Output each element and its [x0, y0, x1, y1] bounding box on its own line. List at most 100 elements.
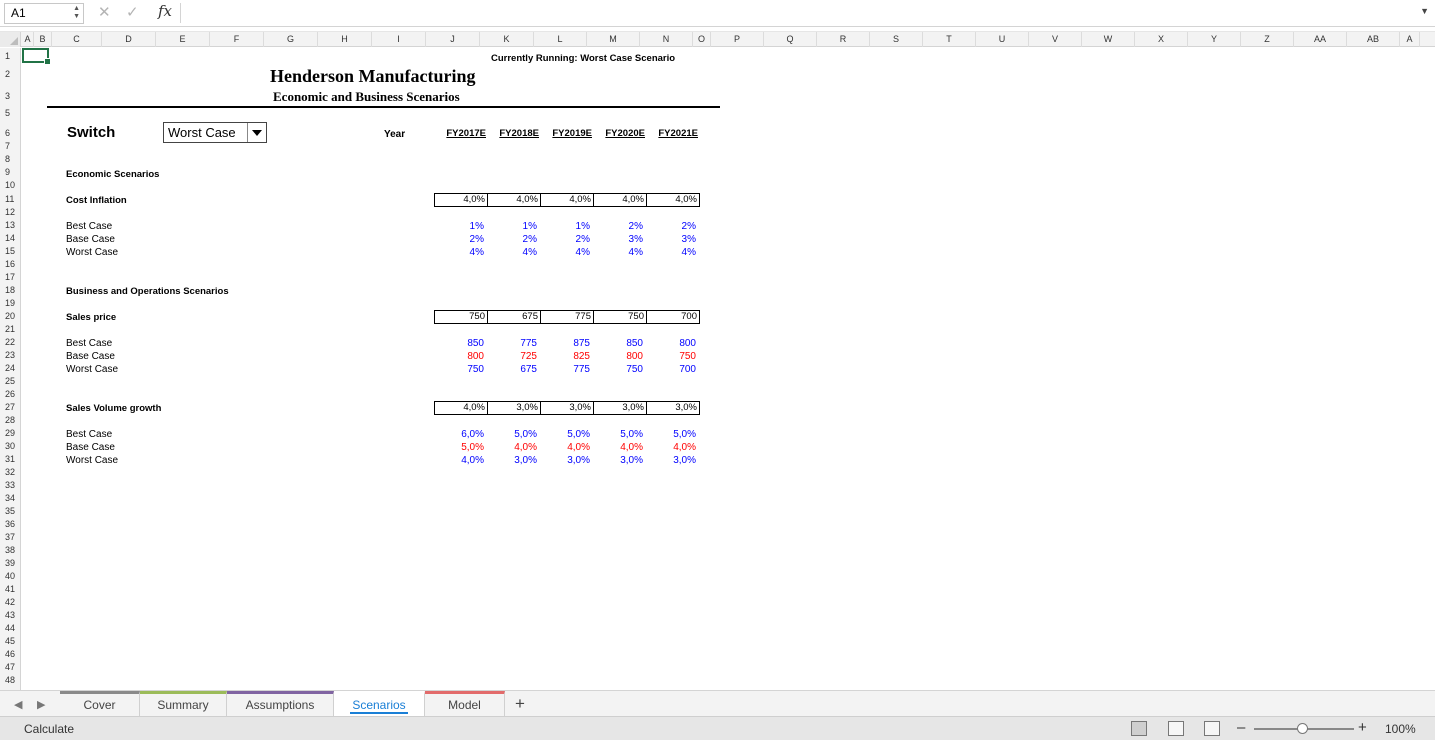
table-cell[interactable]: 1%: [540, 220, 590, 233]
column-header[interactable]: AA: [1294, 32, 1347, 47]
table-cell[interactable]: 4,0%: [540, 441, 590, 454]
column-header[interactable]: D: [102, 32, 156, 47]
scenario-dropdown[interactable]: Worst Case: [163, 122, 267, 143]
column-header[interactable]: S: [870, 32, 923, 47]
table-cell[interactable]: 750: [646, 350, 696, 363]
row-header[interactable]: 3: [0, 90, 21, 103]
row-header[interactable]: 43: [0, 609, 21, 622]
table-cell[interactable]: 5,0%: [593, 428, 643, 441]
table-cell[interactable]: 4,0%: [594, 194, 644, 206]
cancel-icon[interactable]: ✕: [98, 3, 111, 23]
row-header[interactable]: 48: [0, 674, 21, 687]
table-cell[interactable]: 1%: [434, 220, 484, 233]
column-header[interactable]: L: [534, 32, 587, 47]
table-cell[interactable]: 2%: [434, 233, 484, 246]
row-header[interactable]: 18: [0, 284, 21, 297]
column-header[interactable]: W: [1082, 32, 1135, 47]
table-cell[interactable]: 2%: [487, 233, 537, 246]
row-header[interactable]: 10: [0, 179, 21, 192]
table-cell[interactable]: 775: [540, 363, 590, 376]
table-cell[interactable]: 2%: [593, 220, 643, 233]
table-cell[interactable]: 4%: [540, 246, 590, 259]
table-cell[interactable]: 875: [540, 337, 590, 350]
chevron-down-icon[interactable]: [247, 123, 266, 142]
column-header[interactable]: N: [640, 32, 693, 47]
page-break-view-icon[interactable]: [1204, 721, 1220, 736]
table-cell[interactable]: 700: [646, 363, 696, 376]
add-sheet-icon[interactable]: +: [515, 694, 525, 714]
row-header[interactable]: 38: [0, 544, 21, 557]
name-box-spinner-icon[interactable]: ▲ ▼: [73, 5, 80, 21]
column-header[interactable]: B: [34, 32, 52, 47]
row-header[interactable]: 37: [0, 531, 21, 544]
column-header[interactable]: K: [480, 32, 534, 47]
table-cell[interactable]: 3%: [646, 233, 696, 246]
confirm-icon[interactable]: ✓: [126, 3, 139, 23]
row-header[interactable]: 11: [0, 193, 21, 206]
column-header[interactable]: I: [372, 32, 426, 47]
select-all-corner[interactable]: [0, 32, 21, 47]
active-cell-selection[interactable]: [22, 48, 51, 65]
prev-sheet-icon[interactable]: ◀: [14, 698, 22, 711]
table-cell[interactable]: 775: [487, 337, 537, 350]
row-header[interactable]: 45: [0, 635, 21, 648]
row-header[interactable]: 36: [0, 518, 21, 531]
column-header[interactable]: O: [693, 32, 711, 47]
table-cell[interactable]: 750: [593, 363, 643, 376]
column-header[interactable]: G: [264, 32, 318, 47]
zoom-in-icon[interactable]: +: [1358, 719, 1367, 736]
table-cell[interactable]: 3,0%: [541, 402, 591, 414]
row-header[interactable]: 29: [0, 427, 21, 440]
row-header[interactable]: 28: [0, 414, 21, 427]
table-cell[interactable]: 2%: [646, 220, 696, 233]
column-header[interactable]: U: [976, 32, 1029, 47]
table-cell[interactable]: 800: [593, 350, 643, 363]
table-cell[interactable]: 4,0%: [593, 441, 643, 454]
table-cell[interactable]: 3,0%: [646, 454, 696, 467]
table-cell[interactable]: 4,0%: [435, 402, 485, 414]
table-cell[interactable]: 2%: [540, 233, 590, 246]
row-header[interactable]: 44: [0, 622, 21, 635]
table-cell[interactable]: 4%: [646, 246, 696, 259]
name-box[interactable]: A1 ▲ ▼: [4, 3, 84, 24]
table-cell[interactable]: 4,0%: [646, 441, 696, 454]
row-header[interactable]: 15: [0, 245, 21, 258]
row-header[interactable]: 6: [0, 127, 21, 140]
column-header[interactable]: J: [426, 32, 480, 47]
column-header[interactable]: M: [587, 32, 640, 47]
table-cell[interactable]: 3,0%: [488, 402, 538, 414]
row-header[interactable]: 46: [0, 648, 21, 661]
row-header[interactable]: 41: [0, 583, 21, 596]
tab-cover[interactable]: Cover: [60, 691, 140, 716]
table-cell[interactable]: 800: [646, 337, 696, 350]
table-cell[interactable]: 3,0%: [647, 402, 697, 414]
row-header[interactable]: 42: [0, 596, 21, 609]
table-cell[interactable]: 5,0%: [646, 428, 696, 441]
column-header[interactable]: A: [22, 32, 34, 47]
column-header[interactable]: P: [711, 32, 764, 47]
row-header[interactable]: 5: [0, 107, 21, 120]
row-header[interactable]: 27: [0, 401, 21, 414]
table-cell[interactable]: 850: [434, 337, 484, 350]
column-header[interactable]: F: [210, 32, 264, 47]
calculation-mode[interactable]: Calculate: [24, 722, 74, 736]
column-header[interactable]: H: [318, 32, 372, 47]
row-header[interactable]: 40: [0, 570, 21, 583]
page-layout-view-icon[interactable]: [1168, 721, 1184, 736]
column-header[interactable]: X: [1135, 32, 1188, 47]
row-header[interactable]: 33: [0, 479, 21, 492]
row-header[interactable]: 31: [0, 453, 21, 466]
table-cell[interactable]: 675: [487, 363, 537, 376]
row-header[interactable]: 22: [0, 336, 21, 349]
formula-input[interactable]: [184, 3, 1414, 24]
table-cell[interactable]: 775: [541, 311, 591, 323]
column-header[interactable]: Y: [1188, 32, 1241, 47]
table-cell[interactable]: 4%: [593, 246, 643, 259]
column-header[interactable]: Z: [1241, 32, 1294, 47]
sheet-grid[interactable]: Currently Running: Worst Case Scenario H…: [22, 48, 1435, 690]
row-header[interactable]: 32: [0, 466, 21, 479]
table-cell[interactable]: 725: [487, 350, 537, 363]
expand-formula-icon[interactable]: ▼: [1420, 6, 1429, 16]
row-header[interactable]: 2: [0, 68, 21, 81]
table-cell[interactable]: 750: [435, 311, 485, 323]
